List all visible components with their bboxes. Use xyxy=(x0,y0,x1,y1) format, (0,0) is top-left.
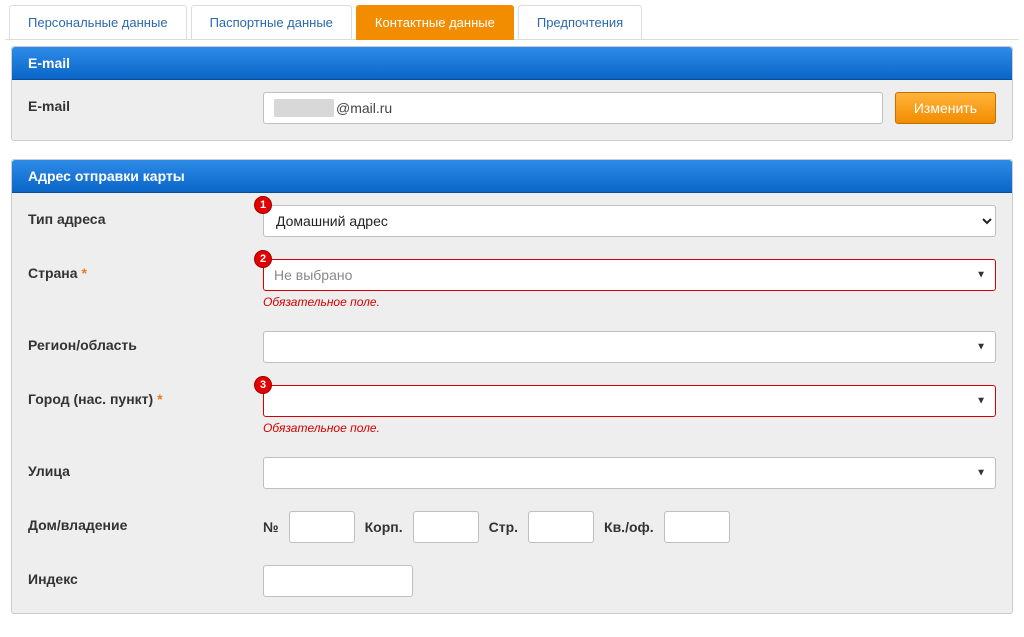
house-label: Дом/владение xyxy=(28,511,263,533)
email-panel-header: E-mail xyxy=(12,47,1012,80)
region-label: Регион/область xyxy=(28,331,263,353)
country-select[interactable]: Не выбрано xyxy=(263,259,996,291)
badge-1: 1 xyxy=(254,196,272,214)
address-type-select[interactable]: Домашний адрес xyxy=(263,205,996,237)
tabs-bar: Персональные данные Паспортные данные Ко… xyxy=(5,5,1019,40)
house-no-input[interactable] xyxy=(289,511,355,543)
badge-3: 3 xyxy=(254,376,272,394)
house-str-label: Стр. xyxy=(489,519,518,535)
tab-contact[interactable]: Контактные данные xyxy=(356,5,514,40)
city-error: Обязательное поле. xyxy=(263,421,996,435)
country-label: Страна * xyxy=(28,259,263,281)
house-kv-label: Кв./оф. xyxy=(604,519,654,535)
street-label: Улица xyxy=(28,457,263,479)
house-no-label: № xyxy=(263,519,279,535)
email-field[interactable]: @mail.ru xyxy=(263,92,883,124)
house-kv-input[interactable] xyxy=(664,511,730,543)
email-blurred-part xyxy=(274,99,334,117)
address-panel: Адрес отправки карты Тип адреса 1 Домашн… xyxy=(11,159,1013,614)
change-email-button[interactable]: Изменить xyxy=(895,92,996,124)
address-panel-header: Адрес отправки карты xyxy=(12,160,1012,193)
region-select[interactable] xyxy=(263,331,996,363)
required-mark: * xyxy=(157,391,162,407)
email-panel: E-mail E-mail @mail.ru Изменить xyxy=(11,46,1013,141)
country-error: Обязательное поле. xyxy=(263,295,996,309)
city-select[interactable] xyxy=(263,385,996,417)
city-label: Город (нас. пункт) * xyxy=(28,385,263,407)
required-mark: * xyxy=(81,265,86,281)
tab-personal[interactable]: Персональные данные xyxy=(9,5,187,40)
email-suffix: @mail.ru xyxy=(336,100,392,116)
tab-preferences[interactable]: Предпочтения xyxy=(518,5,642,40)
email-label: E-mail xyxy=(28,92,263,114)
house-korp-input[interactable] xyxy=(413,511,479,543)
tab-passport[interactable]: Паспортные данные xyxy=(191,5,352,40)
house-korp-label: Корп. xyxy=(365,519,403,535)
index-label: Индекс xyxy=(28,565,263,587)
index-input[interactable] xyxy=(263,565,413,597)
house-str-input[interactable] xyxy=(528,511,594,543)
street-select[interactable] xyxy=(263,457,996,489)
address-type-label: Тип адреса xyxy=(28,205,263,227)
badge-2: 2 xyxy=(254,250,272,268)
